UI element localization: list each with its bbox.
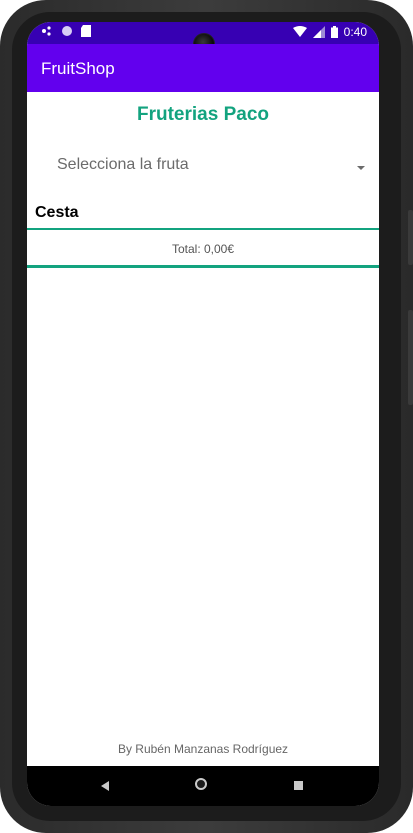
volume-button: [408, 310, 413, 405]
sd-card-icon: [81, 25, 91, 37]
signal-icon: [312, 26, 325, 38]
circle-icon: [62, 26, 72, 36]
shop-title: Fruterias Paco: [137, 104, 269, 125]
fruit-select-value: Selecciona la fruta: [57, 156, 189, 173]
app-title: FruitShop: [41, 59, 115, 78]
recents-icon[interactable]: [294, 781, 303, 790]
screen: 0:40 FruitShop Fruterias Paco Selecciona…: [27, 22, 379, 806]
status-time: 0:40: [343, 25, 367, 39]
basket-bottom-divider: [27, 265, 379, 268]
home-icon[interactable]: [195, 778, 207, 790]
status-icons-right: 0:40: [292, 25, 367, 39]
wifi-icon: [292, 26, 307, 37]
status-icons-left: [41, 25, 91, 37]
basket-label: Cesta: [35, 204, 79, 221]
main-content: Fruterias Paco Selecciona la fruta Cesta…: [27, 92, 379, 766]
author-footer: By Rubén Manzanas Rodríguez: [117, 742, 289, 756]
total-text: Total: 0,00€: [171, 242, 235, 256]
fruit-select[interactable]: Selecciona la fruta: [57, 154, 367, 178]
battery-icon: [330, 26, 338, 38]
back-icon[interactable]: [101, 781, 109, 791]
basket-top-divider: [27, 228, 379, 230]
notification-dots-icon: [42, 26, 51, 36]
app-bar: FruitShop: [27, 44, 379, 92]
navigation-bar: [27, 766, 379, 806]
dropdown-arrow-icon: [357, 166, 365, 170]
device-frame: 0:40 FruitShop Fruterias Paco Selecciona…: [0, 0, 413, 833]
power-button: [408, 210, 413, 265]
